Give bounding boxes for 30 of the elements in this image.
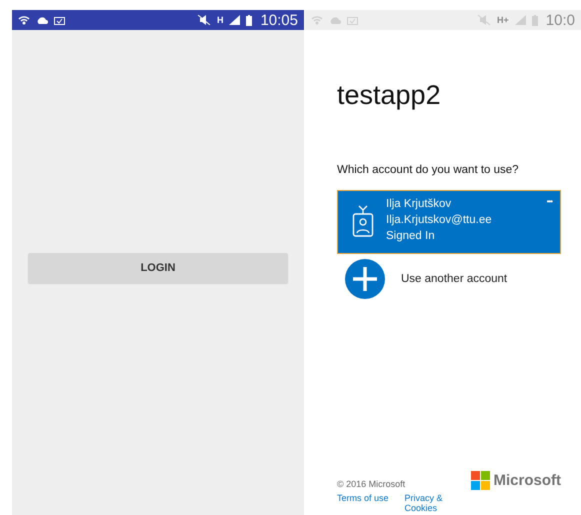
battery-icon: [246, 14, 252, 26]
cloud-icon: [329, 16, 341, 24]
copyright-text: © 2016 Microsoft: [337, 479, 406, 489]
account-prompt: Which account do you want to use?: [337, 164, 520, 176]
wifi-icon: [311, 15, 323, 25]
cloud-icon: [36, 16, 48, 24]
status-time: 10:05: [260, 12, 298, 28]
status-time: 10:0: [546, 12, 575, 28]
signal-icon: [229, 15, 240, 25]
account-status: Signed In: [386, 229, 436, 243]
account-name: Ilja Krjutškov: [386, 197, 452, 211]
battery-icon: [532, 14, 538, 26]
network-type: H: [216, 16, 224, 24]
mute-icon: [477, 15, 492, 25]
add-account-link[interactable]: Use another account: [401, 273, 508, 285]
plus-icon[interactable]: [345, 259, 385, 299]
mute-icon: [196, 15, 211, 25]
more-options[interactable]: •••: [546, 197, 552, 206]
footer-link[interactable]: Terms of use: [337, 493, 389, 503]
brand-name: Microsoft: [494, 472, 561, 489]
footer-link[interactable]: Privacy & Cookies: [404, 493, 455, 513]
login-button[interactable]: LOGIN: [28, 252, 288, 282]
account-email: Ilja.Krjutskov@ttu.ee: [386, 213, 493, 227]
wifi-icon: [18, 15, 30, 25]
signal-icon: [514, 15, 526, 25]
network-type: H+: [497, 16, 509, 24]
badge-icon: [352, 205, 374, 237]
app-title: testapp2: [337, 80, 442, 111]
account-tile[interactable]: Ilja Krjutškov Ilja.Krjutskov@ttu.ee Signed In •••: [337, 190, 561, 254]
logo-icon: [470, 471, 490, 490]
